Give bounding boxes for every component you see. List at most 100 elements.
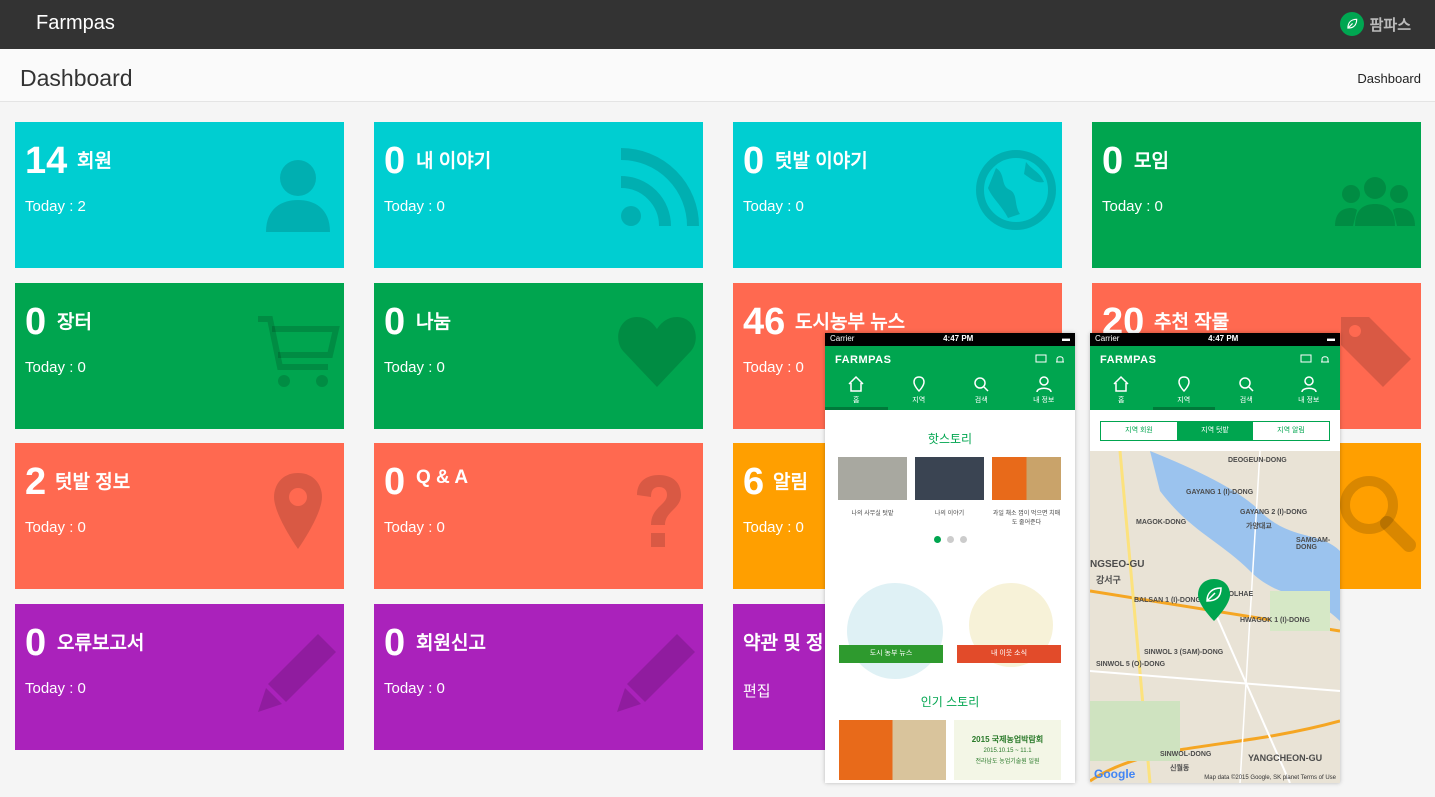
tab-home[interactable]: 홈 — [1090, 373, 1153, 410]
hot-story-title: 핫스토리 — [927, 432, 973, 446]
story-card[interactable]: 나의 이야기 — [915, 457, 984, 526]
tile-today: Today : 2 — [25, 198, 86, 215]
segment-region-members[interactable]: 지역 회원 — [1101, 422, 1177, 440]
app-header: FARMPAS 홈 지역 검색 내 정보 — [1090, 346, 1340, 410]
tab-region[interactable]: 지역 — [888, 373, 951, 410]
tile-label: 회원신고 — [416, 633, 486, 654]
tab-search[interactable]: 검색 — [1215, 373, 1278, 410]
tile-edit: 편집 — [743, 683, 771, 700]
tile-today: Today : 0 — [384, 519, 445, 536]
status-bar: Carrier 4:47 PM ▬ — [1090, 333, 1340, 346]
garden-map-marker[interactable] — [1196, 577, 1232, 623]
tile-meetings[interactable]: 0 모임 Today : 0 — [1092, 122, 1421, 268]
tile-today: Today : 0 — [25, 519, 86, 536]
story-image — [992, 457, 1061, 500]
story-image — [915, 457, 984, 500]
tile-label: 오류보고서 — [57, 633, 145, 654]
banner-urban-farmer-news[interactable]: 도시 농부 뉴스 — [839, 645, 943, 663]
chat-icon[interactable] — [1300, 354, 1312, 364]
map-marker-icon — [256, 469, 340, 553]
expo-poster[interactable]: 2015 국제농업박람회 2015.10.15 ~ 11.1 전라남도 농업기술… — [954, 720, 1061, 780]
story-card[interactable]: 과일 채소 껍이 먹으면 치매도 줄어준다 — [992, 457, 1061, 526]
tile-count: 0 — [384, 301, 406, 343]
tile-member-reports[interactable]: 0 회원신고 Today : 0 — [374, 604, 703, 750]
tab-search[interactable]: 검색 — [950, 373, 1013, 410]
tab-my-info[interactable]: 내 정보 — [1278, 373, 1341, 410]
tile-count: 0 — [1102, 140, 1124, 182]
pencil-icon — [615, 630, 699, 714]
page-header: Dashboard Dashboard — [0, 49, 1435, 102]
search-icon — [1239, 377, 1254, 392]
tile-label: 회원 — [77, 151, 112, 172]
user-name: 팜파스 — [1369, 16, 1411, 34]
tile-error-reports[interactable]: 0 오류보고서 Today : 0 — [15, 604, 344, 750]
chat-icon[interactable] — [1035, 354, 1047, 364]
tile-today: Today : 0 — [25, 680, 86, 697]
tile-qna[interactable]: 0 Q & A Today : 0 — [374, 443, 703, 589]
user-menu[interactable]: 팜파스 — [1339, 12, 1411, 36]
tile-today: Today : 0 — [743, 198, 804, 215]
popular-story-list[interactable]: 2015 국제농업박람회 2015.10.15 ~ 11.1 전라남도 농업기술… — [825, 720, 1075, 780]
globe-icon — [974, 148, 1058, 232]
story-image[interactable] — [839, 720, 946, 780]
person-icon — [1036, 376, 1052, 393]
tile-count: 0 — [384, 461, 406, 503]
popular-story-title: 인기 스토리 — [920, 695, 980, 709]
bell-icon[interactable] — [1320, 354, 1330, 364]
search-icon — [1333, 469, 1417, 553]
tile-market[interactable]: 0 장터 Today : 0 — [15, 283, 344, 429]
region-map[interactable]: DEOGEUN-DONG GAYANG 1 (I)-DONG GAYANG 2 … — [1090, 451, 1340, 783]
app-header: FARMPAS 홈 지역 검색 내 정보 — [825, 346, 1075, 410]
tab-home[interactable]: 홈 — [825, 373, 888, 410]
tile-count: 0 — [384, 622, 406, 664]
tile-my-story[interactable]: 0 내 이야기 Today : 0 — [374, 122, 703, 268]
tile-today: Today : 0 — [1102, 198, 1163, 215]
region-segment-control[interactable]: 지역 회원 지역 텃밭 지역 알림 — [1100, 421, 1330, 441]
tile-count: 6 — [743, 461, 765, 503]
person-icon — [1301, 376, 1317, 393]
pin-icon — [912, 376, 925, 393]
bell-icon[interactable] — [1055, 354, 1065, 364]
carousel-dots[interactable] — [825, 536, 1075, 543]
tile-label: 내 이야기 — [416, 151, 492, 172]
tile-garden-story[interactable]: 0 텃밭 이야기 Today : 0 — [733, 122, 1062, 268]
tile-members[interactable]: 14 회원 Today : 2 — [15, 122, 344, 268]
brand-logo[interactable]: Farmpas — [36, 12, 115, 35]
breadcrumb[interactable]: Dashboard — [1357, 71, 1421, 86]
tag-icon — [1333, 309, 1417, 393]
tab-region[interactable]: 지역 — [1152, 373, 1216, 410]
tile-count: 0 — [384, 140, 406, 182]
illustration-farmers — [847, 583, 943, 679]
hot-story-carousel[interactable]: 나의 사무실 텃밭 나의 이야기 과일 채소 껍이 먹으면 치매도 줄어준다 — [825, 457, 1075, 526]
tile-garden-info[interactable]: 2 텃밭 정보 Today : 0 — [15, 443, 344, 589]
map-attribution[interactable]: Map data ©2015 Google, SK planet Terms o… — [1204, 775, 1336, 781]
pencil-icon — [256, 630, 340, 714]
clock: 4:47 PM — [943, 334, 974, 343]
tile-today: Today : 0 — [384, 198, 445, 215]
search-icon — [974, 377, 989, 392]
clock: 4:47 PM — [1208, 334, 1239, 343]
tile-label: 알림 — [773, 472, 808, 493]
segment-region-gardens[interactable]: 지역 텃밭 — [1177, 422, 1253, 440]
user-icon — [256, 148, 340, 232]
tile-sharing[interactable]: 0 나눔 Today : 0 — [374, 283, 703, 429]
battery-icon: ▬ — [1327, 334, 1335, 343]
app-logo: FARMPAS — [1100, 354, 1157, 366]
tile-label: 추천 작물 — [1154, 312, 1230, 333]
tile-today: Today : 0 — [25, 359, 86, 376]
status-bar: Carrier 4:47 PM ▬ — [825, 333, 1075, 346]
tile-count: 0 — [25, 301, 47, 343]
story-card[interactable]: 나의 사무실 텃밭 — [838, 457, 907, 526]
tile-count: 2 — [25, 461, 47, 503]
tile-label: 텃밭 정보 — [55, 472, 131, 493]
page-title: Dashboard — [20, 65, 133, 91]
rss-icon — [615, 148, 699, 232]
tile-label: 텃밭 이야기 — [775, 151, 868, 172]
banner-neighbor-news[interactable]: 내 이웃 소식 — [957, 645, 1061, 663]
home-icon — [848, 375, 864, 392]
phone-mockup-home: Carrier 4:47 PM ▬ FARMPAS 홈 지역 검색 내 정보 핫… — [825, 333, 1075, 783]
tile-today: Today : 0 — [384, 359, 445, 376]
tab-my-info[interactable]: 내 정보 — [1013, 373, 1076, 410]
segment-region-alerts[interactable]: 지역 알림 — [1253, 422, 1329, 440]
tile-label: 장터 — [57, 312, 92, 333]
